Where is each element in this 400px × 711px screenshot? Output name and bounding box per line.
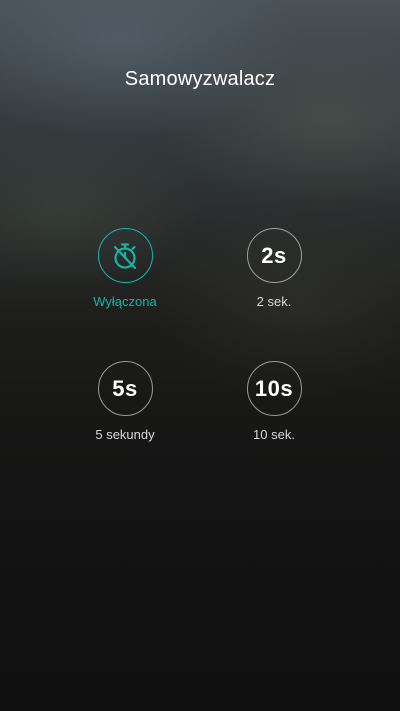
timer-off-button[interactable]: [97, 228, 153, 283]
timer-option-label: 2 sek.: [256, 294, 292, 309]
timer-option-10s[interactable]: 10s 10 sek.: [209, 361, 339, 442]
timer-off-icon: [113, 242, 137, 269]
dialog-title: Samowyzwalacz: [124, 68, 276, 90]
timer-5s-button[interactable]: 5s: [97, 361, 153, 416]
timer-2s-button[interactable]: 2s: [246, 228, 302, 283]
timer-10s-button[interactable]: 10s: [246, 361, 302, 416]
camera-preview-background: Samowyzwalacz Wyłączona 2s 2 sek. 5s 5 s…: [0, 0, 400, 711]
timer-option-label: 5 sekundy: [95, 427, 155, 442]
timer-option-5s[interactable]: 5s 5 sekundy: [60, 361, 190, 442]
timer-option-off[interactable]: Wyłączona: [60, 228, 190, 309]
timer-option-label: Wyłączona: [93, 294, 157, 309]
timer-option-label: 10 sek.: [253, 427, 295, 442]
timer-option-2s[interactable]: 2s 2 sek.: [209, 228, 339, 309]
